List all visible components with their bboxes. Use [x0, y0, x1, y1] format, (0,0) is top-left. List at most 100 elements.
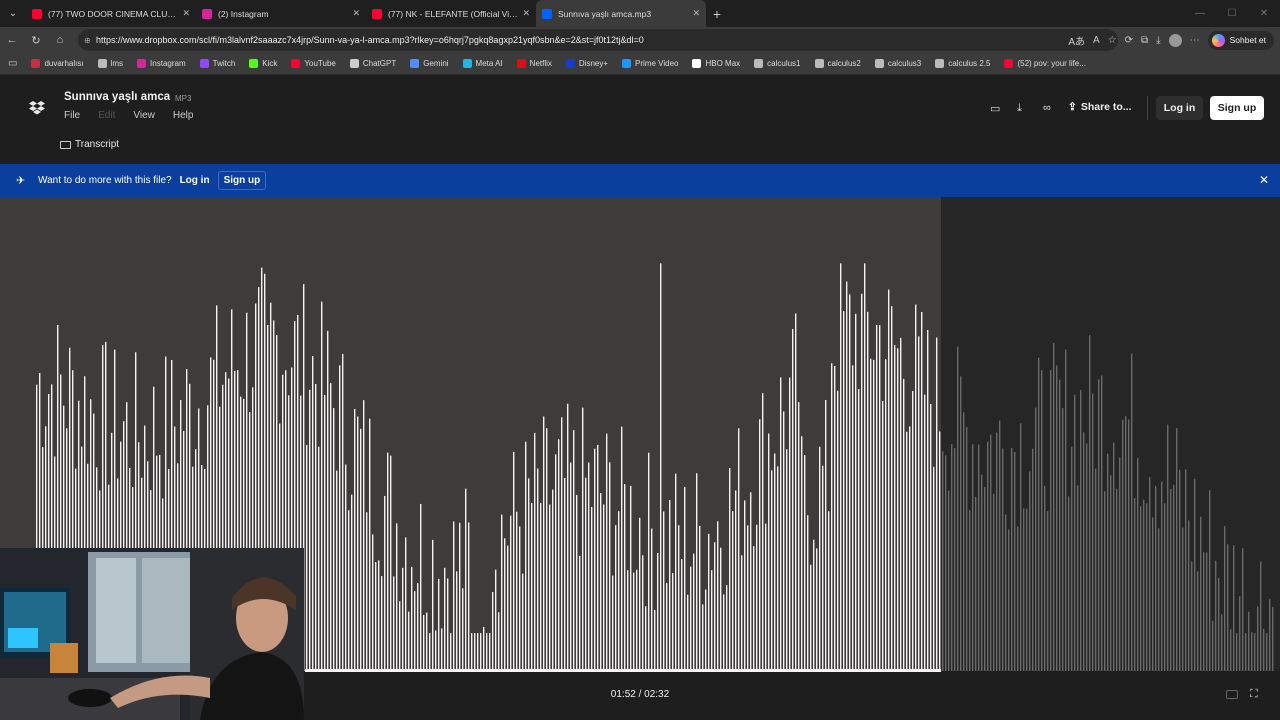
close-tab-icon[interactable]: ✕ [522, 8, 530, 19]
file-extension: MP3 [175, 94, 192, 103]
waveform-bar [1260, 561, 1262, 671]
bookmark-item[interactable]: Instagram [137, 59, 186, 68]
captions-icon[interactable] [1226, 690, 1238, 699]
waveform-bar [315, 384, 317, 671]
waveform-bar [540, 502, 542, 671]
waveform-bar [555, 454, 557, 671]
waveform-bar [750, 492, 752, 671]
waveform-bar [855, 313, 857, 671]
new-tab-button[interactable]: + [706, 6, 728, 22]
waveform-bar [381, 576, 383, 671]
waveform-bar [441, 628, 443, 671]
back-icon[interactable]: ← [0, 34, 24, 46]
waveform-bar [1209, 490, 1211, 671]
waveform-bar [819, 446, 821, 671]
waveform-bar [456, 571, 458, 671]
menu-help[interactable]: Help [173, 110, 194, 121]
close-icon[interactable]: ✕ [1259, 173, 1269, 187]
minimize-icon[interactable]: — [1184, 0, 1216, 27]
copilot-chat-button[interactable]: Sohbet et [1207, 30, 1274, 50]
bookmark-item[interactable]: ChatGPT [349, 59, 396, 68]
close-tab-icon[interactable]: ✕ [352, 8, 360, 19]
read-aloud-icon[interactable]: A [1093, 35, 1100, 46]
reload-icon[interactable]: ↻ [24, 34, 48, 47]
more-menu-icon[interactable]: ⋯ [1190, 35, 1200, 46]
bookmark-item[interactable]: HBO Max [692, 59, 740, 68]
browser-tab[interactable]: (77) NK - ELEFANTE (Official Video ✕ [366, 0, 536, 27]
waveform-bar [1110, 475, 1112, 671]
transcript-button[interactable]: Transcript [60, 139, 119, 150]
waveform-bar [918, 336, 920, 671]
waveform-bar [1131, 353, 1133, 671]
bookmark-item[interactable]: Kick [249, 59, 277, 68]
waveform-bar [570, 462, 572, 671]
reading-list-icon[interactable]: ▭ [8, 58, 17, 69]
bookmark-item[interactable]: duvarhalısı [31, 59, 84, 68]
bookmark-item[interactable]: Disney+ [565, 59, 608, 68]
waveform-bar [504, 538, 506, 671]
tab-actions-chevron-icon[interactable]: ⌄ [0, 0, 26, 27]
signup-button[interactable]: Sign up [1210, 96, 1264, 120]
waveform-bar [420, 503, 422, 671]
close-window-icon[interactable]: ✕ [1248, 0, 1280, 27]
bookmark-label: calculus 2.5 [948, 59, 991, 68]
bookmark-item[interactable]: Netflix [516, 59, 552, 68]
copy-link-icon[interactable]: ∞ [1043, 102, 1051, 114]
dropbox-logo-icon[interactable] [29, 101, 45, 115]
banner-login-link[interactable]: Log in [180, 175, 210, 186]
waveform-bar [1236, 633, 1238, 671]
extensions-icon[interactable]: ⟳ [1125, 35, 1133, 46]
header-divider [1147, 96, 1148, 120]
tab-title: (77) NK - ELEFANTE (Official Video [388, 8, 519, 19]
waveform-bar [525, 441, 527, 671]
browser-tab[interactable]: (77) TWO DOOR CINEMA CLUB | S ✕ [26, 0, 196, 27]
menu-file[interactable]: File [64, 110, 80, 121]
maximize-icon[interactable]: ☐ [1216, 0, 1248, 27]
download-icon[interactable]: ⤓ [1017, 102, 1022, 115]
address-bar[interactable]: ⊕ https://www.dropbox.com/scl/fi/m3lalvn… [78, 29, 1118, 51]
translate-icon[interactable]: Aあ [1068, 33, 1085, 48]
waveform-bar [594, 448, 596, 671]
youtube-icon [32, 8, 42, 19]
comment-icon[interactable]: ▭ [990, 102, 1000, 115]
bookmark-item[interactable]: (52) pov: your life... [1004, 59, 1086, 68]
bookmark-item[interactable]: Meta AI [462, 59, 503, 68]
close-tab-icon[interactable]: ✕ [182, 8, 190, 19]
bookmark-item[interactable]: calculus2 [814, 59, 861, 68]
favorite-star-icon[interactable]: ☆ [1108, 35, 1117, 46]
banner-signup-button[interactable]: Sign up [217, 171, 267, 190]
waveform-bar [1179, 469, 1181, 671]
bookmark-item[interactable]: calculus1 [754, 59, 801, 68]
bookmark-item[interactable]: lms [97, 59, 123, 68]
bookmark-item[interactable]: calculus 2.5 [935, 59, 990, 68]
menu-view[interactable]: View [133, 110, 155, 121]
waveform-bar [954, 448, 956, 671]
bookmark-item[interactable]: Twitch [199, 59, 235, 68]
fullscreen-icon[interactable]: ⛶ [1250, 688, 1258, 701]
browser-tab[interactable]: (2) Instagram ✕ [196, 0, 366, 27]
browser-tab[interactable]: Sunnıva yaşlı amca.mp3 ✕ [536, 0, 706, 27]
waveform-bar [1017, 526, 1019, 671]
menu-edit: Edit [98, 110, 116, 121]
waveform-bar [459, 522, 461, 671]
share-button[interactable]: ⇪ Share to... [1068, 101, 1132, 113]
waveform-bar [765, 523, 767, 671]
bookmark-item[interactable]: Gemini [410, 59, 449, 68]
home-icon[interactable]: ⌂ [48, 34, 72, 46]
downloads-icon[interactable]: ⤓ [1156, 35, 1160, 46]
waveform-bar [837, 390, 839, 671]
globe-icon [97, 59, 107, 68]
waveform-bar [618, 511, 620, 671]
waveform-bar [1002, 448, 1004, 671]
bookmark-item[interactable]: Prime Video [622, 59, 678, 68]
bookmark-item[interactable]: YouTube [291, 59, 336, 68]
close-tab-icon[interactable]: ✕ [692, 8, 700, 19]
waveform-bar [600, 493, 602, 671]
login-button[interactable]: Log in [1156, 96, 1203, 120]
bookmark-item[interactable]: calculus3 [874, 59, 921, 68]
waveform-bar [1083, 432, 1085, 671]
waveform-bar [1257, 606, 1259, 671]
profile-avatar[interactable] [1168, 33, 1182, 47]
youtube-icon [1004, 59, 1014, 68]
collections-icon[interactable]: ⧉ [1141, 35, 1148, 46]
